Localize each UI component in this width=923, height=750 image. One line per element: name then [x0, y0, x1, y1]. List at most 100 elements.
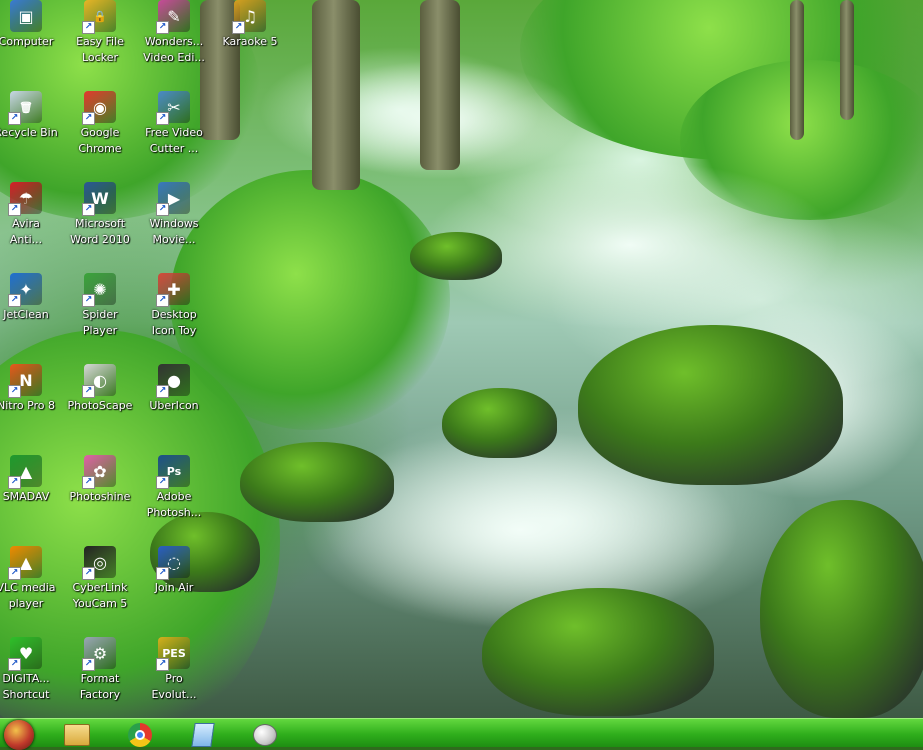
digital-shortcut-icon: ♥ ↗: [8, 637, 42, 671]
shortcut-arrow-icon: ↗: [82, 476, 95, 489]
desktop-shortcut-label: Recycle Bin: [0, 126, 58, 139]
desktop-shortcut-label: Karaoke 5: [222, 35, 278, 48]
jetclean-icon: ✦ ↗: [8, 273, 42, 307]
desktop-shortcut-label: Windows Movie...: [149, 217, 199, 246]
tree-trunk: [420, 0, 460, 170]
shortcut-arrow-icon: ↗: [82, 203, 95, 216]
vlc-icon: ▲ ↗: [8, 546, 42, 580]
desktop-shortcut[interactable]: ✺ ↗ Spider Player: [62, 273, 138, 339]
word-icon: W ↗: [82, 182, 116, 216]
desktop-shortcut[interactable]: ✿ ↗ Photoshine: [62, 455, 138, 505]
shortcut-arrow-icon: ↗: [8, 385, 21, 398]
desktop-shortcut-label: SMADAV: [2, 490, 50, 503]
shortcut-arrow-icon: ↗: [82, 658, 95, 671]
photoshop-icon: Ps ↗: [156, 455, 190, 489]
chrome-icon: ◉ ↗: [82, 91, 116, 125]
shortcut-arrow-icon: ↗: [156, 203, 169, 216]
desktop-shortcut[interactable]: ✎ ↗ Wonders... Video Edi...: [136, 0, 212, 66]
shortcut-arrow-icon: ↗: [156, 385, 169, 398]
desktop-shortcut-label: Nitro Pro 8: [0, 399, 56, 412]
tree-trunk: [790, 0, 804, 140]
desktop-shortcut-label: Photoshine: [69, 490, 131, 503]
desktop-shortcut[interactable]: ♥ ↗ DIGITA... Shortcut: [0, 637, 64, 703]
avira-antivirus-icon: ☂ ↗: [8, 182, 42, 216]
desktop-shortcut-label: VLC media player: [0, 581, 56, 610]
pro-evolution-soccer-icon: PES ↗: [156, 637, 190, 671]
mossy-rock: [410, 232, 502, 280]
shortcut-arrow-icon: ↗: [8, 476, 21, 489]
desktop-shortcut[interactable]: ▶ ↗ Windows Movie...: [136, 182, 212, 248]
desktop-shortcut-label: Computer: [0, 35, 54, 48]
paint-icon: [253, 724, 277, 746]
desktop-shortcut-label: Desktop Icon Toy: [151, 308, 197, 337]
shortcut-arrow-icon: ↗: [82, 21, 95, 34]
shortcut-arrow-icon: ↗: [8, 658, 21, 671]
desktop-shortcut[interactable]: ▲ ↗ VLC media player: [0, 546, 64, 612]
desktop-shortcut[interactable]: 🗑 ↗ Recycle Bin: [0, 91, 64, 141]
tree-trunk: [840, 0, 854, 120]
taskbar-notepad-button[interactable]: [188, 721, 216, 747]
desktop-shortcut[interactable]: W ↗ Microsoft Word 2010: [62, 182, 138, 248]
desktop-shortcut[interactable]: Ps ↗ Adobe Photosh...: [136, 455, 212, 521]
spider-player-icon: ✺ ↗: [82, 273, 116, 307]
youcam-icon: ◎ ↗: [82, 546, 116, 580]
photoshine-icon: ✿ ↗: [82, 455, 116, 489]
join-air-icon: ◌ ↗: [156, 546, 190, 580]
shortcut-arrow-icon: ↗: [156, 294, 169, 307]
desktop-shortcut[interactable]: PES ↗ Pro Evolut...: [136, 637, 212, 703]
karaoke-icon: ♫ ↗: [232, 0, 266, 34]
taskbar-paint-button[interactable]: [250, 721, 278, 747]
desktop-shortcut[interactable]: ▲ ↗ SMADAV: [0, 455, 64, 505]
desktop-shortcut-label: UberIcon: [149, 399, 199, 412]
shortcut-arrow-icon: ↗: [8, 203, 21, 216]
shortcut-arrow-icon: ↗: [82, 567, 95, 580]
desktop-shortcut[interactable]: ⚙ ↗ Format Factory: [62, 637, 138, 703]
computer-icon: ▣: [10, 0, 42, 32]
shortcut-arrow-icon: ↗: [8, 567, 21, 580]
mossy-rock: [442, 388, 557, 458]
free-video-cutter-icon: ✂ ↗: [156, 91, 190, 125]
shortcut-arrow-icon: ↗: [8, 294, 21, 307]
mossy-rock: [240, 442, 394, 522]
desktop-shortcut[interactable]: ✦ ↗ JetClean: [0, 273, 64, 323]
desktop-shortcut[interactable]: N ↗ Nitro Pro 8: [0, 364, 64, 414]
ubericon-icon: ● ↗: [156, 364, 190, 398]
desktop-shortcut[interactable]: ◎ ↗ CyberLink YouCam 5: [62, 546, 138, 612]
mossy-rock: [578, 325, 843, 485]
desktop-shortcut[interactable]: ✂ ↗ Free Video Cutter ...: [136, 91, 212, 157]
desktop-shortcut[interactable]: 🔒 ↗ Easy File Locker: [62, 0, 138, 66]
tree-trunk: [312, 0, 360, 190]
desktop-shortcut[interactable]: ▣ Computer: [0, 0, 64, 50]
easy-file-locker-icon: 🔒 ↗: [82, 0, 116, 34]
nitro-pro-icon: N ↗: [8, 364, 42, 398]
shortcut-arrow-icon: ↗: [156, 476, 169, 489]
desktop-shortcut[interactable]: ☂ ↗ Avira Anti...: [0, 182, 64, 248]
mossy-rock: [482, 588, 714, 716]
shortcut-arrow-icon: ↗: [156, 21, 169, 34]
desktop-shortcut-label: Free Video Cutter ...: [145, 126, 203, 155]
desktop-shortcut[interactable]: ◌ ↗ Join Air: [136, 546, 212, 596]
desktop-shortcut-label: Google Chrome: [78, 126, 122, 155]
desktop-shortcut[interactable]: ◉ ↗ Google Chrome: [62, 91, 138, 157]
desktop-shortcut-label: PhotoScape: [67, 399, 133, 412]
desktop-shortcut-label: Microsoft Word 2010: [70, 217, 130, 246]
windows-movie-maker-icon: ▶ ↗: [156, 182, 190, 216]
taskbar-explorer-button[interactable]: [62, 721, 90, 747]
recycle-bin-icon: 🗑 ↗: [8, 91, 42, 125]
desktop-shortcut[interactable]: ✚ ↗ Desktop Icon Toy: [136, 273, 212, 339]
shortcut-arrow-icon: ↗: [82, 385, 95, 398]
desktop-shortcut-label: Wonders... Video Edi...: [143, 35, 205, 64]
file-explorer-icon: [64, 724, 90, 746]
wondershare-video-icon: ✎ ↗: [156, 0, 190, 34]
shortcut-arrow-icon: ↗: [156, 112, 169, 125]
desktop-shortcut-label: JetClean: [3, 308, 49, 321]
shortcut-arrow-icon: ↗: [82, 294, 95, 307]
shortcut-arrow-icon: ↗: [156, 658, 169, 671]
desktop-shortcut[interactable]: ♫ ↗ Karaoke 5: [212, 0, 288, 50]
desktop-shortcut-label: Avira Anti...: [9, 217, 43, 246]
desktop-icon-toy-icon: ✚ ↗: [156, 273, 190, 307]
taskbar-chrome-button[interactable]: [126, 721, 154, 747]
desktop-shortcut-label: Pro Evolut...: [151, 672, 197, 701]
desktop-shortcut[interactable]: ● ↗ UberIcon: [136, 364, 212, 414]
desktop-shortcut[interactable]: ◐ ↗ PhotoScape: [62, 364, 138, 414]
